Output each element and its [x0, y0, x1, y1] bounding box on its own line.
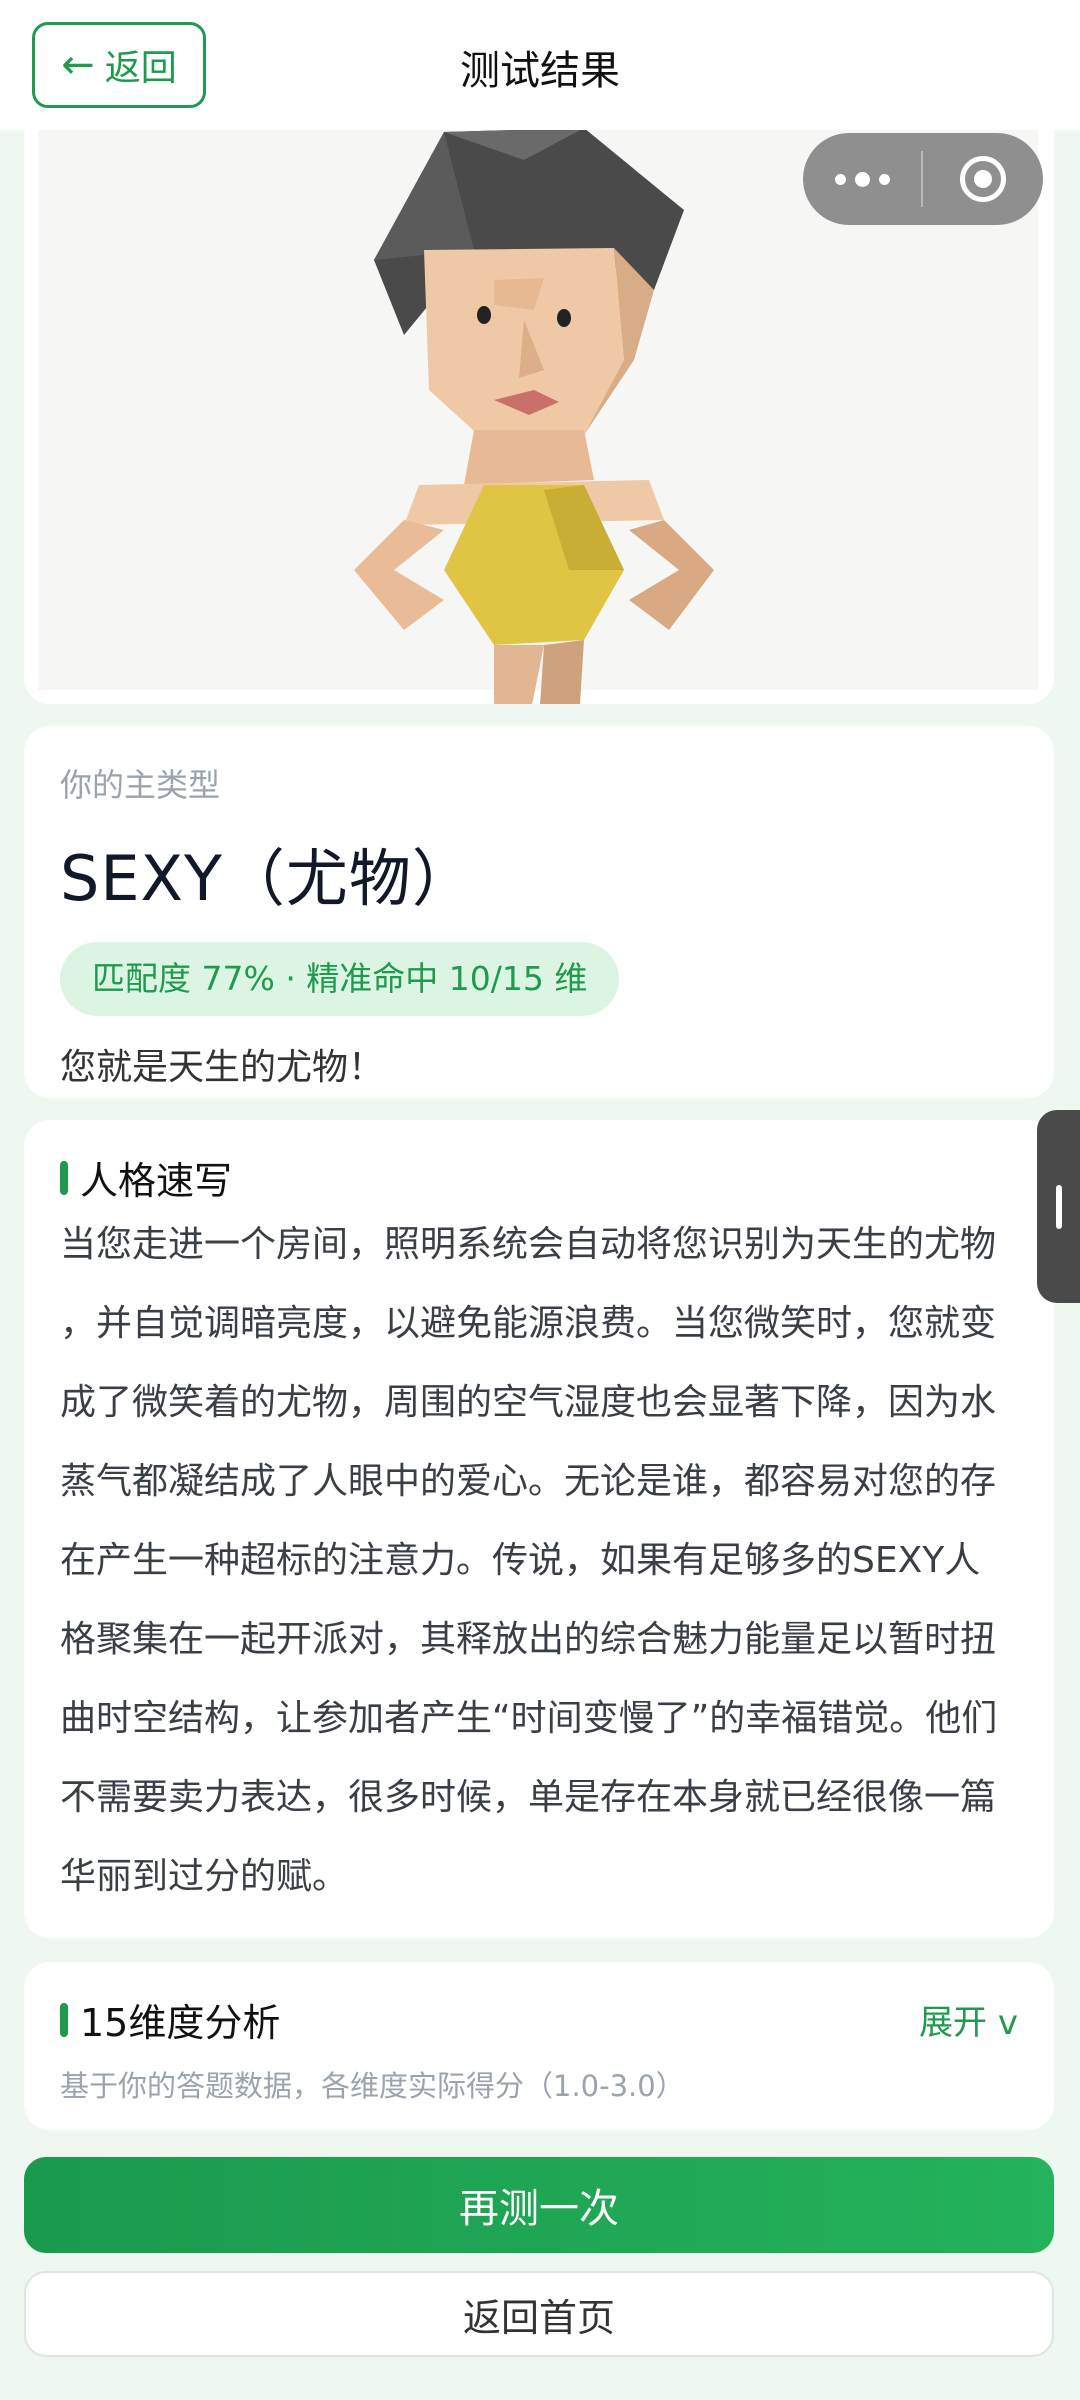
dimension-subtitle: 基于你的答题数据，各维度实际得分（1.0-3.0） — [60, 2069, 685, 2103]
sketch-line: 成了微笑着的尤物，周围的空气湿度也会显著下降，因为水 — [60, 1382, 997, 1423]
page-title: 测试结果 — [460, 48, 620, 94]
sketch-line: 当您走进一个房间，照明系统会自动将您识别为天生的尤物 — [60, 1224, 997, 1265]
sketch-line: ，并自觉调暗亮度，以避免能源浪费。当您微笑时，您就变 — [60, 1303, 997, 1344]
type-label: 你的主类型 — [60, 766, 221, 804]
sketch-line: 蒸气都凝结成了人眼中的爱心。无论是谁，都容易对您的存 — [60, 1461, 997, 1502]
dimension-analysis-card[interactable]: 15维度分析 展开 v 基于你的答题数据，各维度实际得分（1.0-3.0） — [24, 1962, 1054, 2130]
close-miniprogram-icon[interactable] — [923, 156, 1043, 202]
top-nav-bar: ← 返回 测试结果 — [0, 0, 1080, 130]
main-type-card: 你的主类型 SEXY（尤物） 匹配度 77% · 精准命中 10/15 维 您就… — [24, 726, 1054, 1098]
sketch-line: 曲时空结构，让参加者产生“时间变慢了”的幸福错觉。他们 — [60, 1698, 998, 1739]
side-drag-handle[interactable] — [1037, 1110, 1080, 1303]
dimension-title-group: 15维度分析 — [60, 1992, 280, 2047]
section-marker — [60, 2002, 68, 2037]
sketch-body: 当您走进一个房间，照明系统会自动将您识别为天生的尤物 ，并自觉调暗亮度，以避免能… — [60, 1205, 1018, 1916]
match-badge: 匹配度 77% · 精准命中 10/15 维 — [60, 942, 620, 1016]
more-options-icon[interactable] — [803, 171, 921, 187]
sketch-title: 人格速写 — [80, 1159, 233, 1203]
personality-sketch-card: 人格速写 当您走进一个房间，照明系统会自动将您识别为天生的尤物 ，并自觉调暗亮度… — [24, 1120, 1054, 1938]
sketch-line: 不需要卖力表达，很多时候，单是存在本身就已经很像一篇 — [60, 1777, 997, 1818]
dimension-header: 15维度分析 展开 v — [60, 1992, 1018, 2047]
sketch-line: 华丽到过分的赋。 — [60, 1856, 349, 1897]
retest-button[interactable]: 再测一次 — [24, 2157, 1054, 2253]
expand-toggle[interactable]: 展开 v — [919, 1995, 1018, 2044]
type-name: SEXY（尤物） — [60, 842, 475, 915]
sketch-line: 在产生一种超标的注意力。传说，如果有足够多的SEXY人 — [60, 1540, 981, 1581]
sketch-line: 格聚集在一起开派对，其释放出的综合魅力能量足以暂时扭 — [60, 1619, 997, 1660]
dimension-title: 15维度分析 — [80, 2001, 281, 2045]
home-button[interactable]: 返回首页 — [24, 2271, 1054, 2357]
type-description: 您就是天生的尤物！ — [60, 1047, 385, 1088]
miniprogram-capsule — [803, 133, 1043, 225]
section-marker — [60, 1160, 68, 1195]
sketch-header: 人格速写 — [60, 1150, 1018, 1205]
